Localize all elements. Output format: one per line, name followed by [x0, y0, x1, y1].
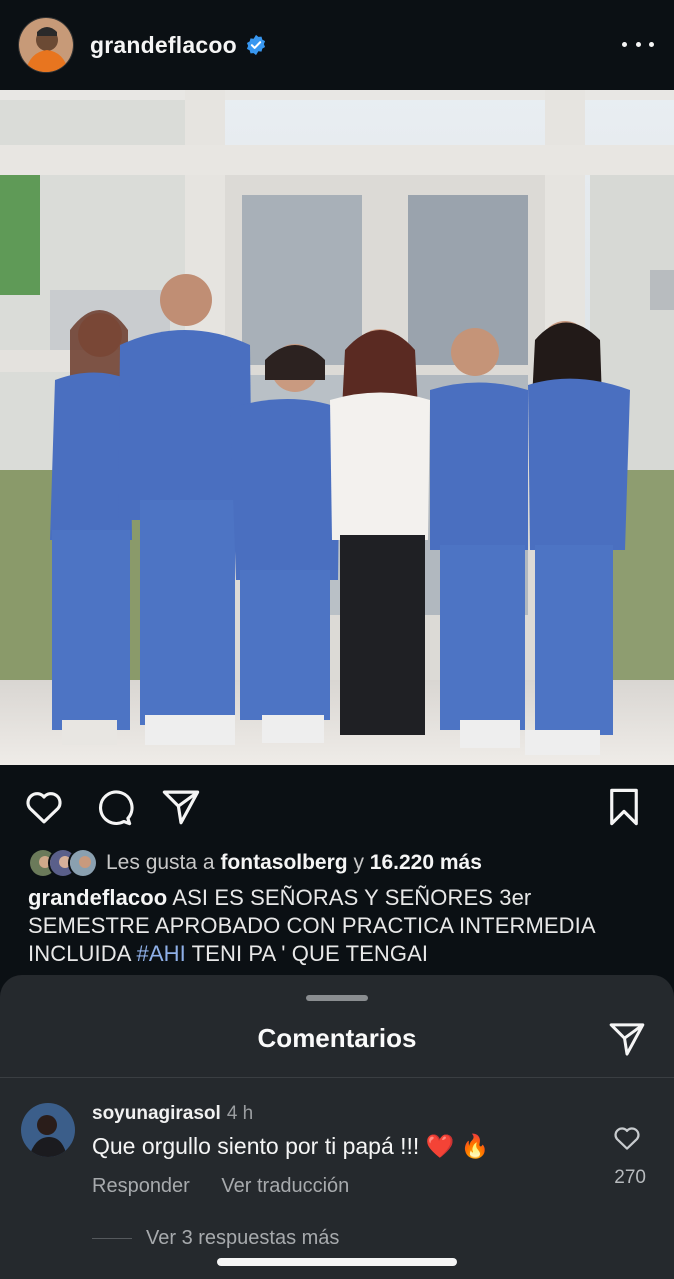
bookmark-icon[interactable] [603, 786, 645, 828]
author-avatar[interactable] [18, 17, 74, 73]
comments-sheet: Comentarios soyunagirasol 4 h Que orgullo… [0, 975, 674, 1279]
post-caption: grandeflacoo ASI ES SEÑORAS Y SEÑORES 3e… [28, 884, 648, 968]
liker-username[interactable]: fontasolberg [220, 851, 347, 875]
post-photo[interactable] [0, 90, 674, 765]
share-icon[interactable] [606, 1019, 648, 1059]
caption-hashtag[interactable]: #AHI [137, 941, 186, 966]
view-more-replies-label: Ver 3 respuestas más [146, 1227, 340, 1249]
comment-like-count: 270 [614, 1167, 646, 1188]
translate-button[interactable]: Ver traducción [221, 1175, 349, 1197]
reply-button[interactable]: Responder [92, 1175, 190, 1197]
commenter-username[interactable]: soyunagirasol [92, 1103, 221, 1124]
caption-username[interactable]: grandeflacoo [28, 885, 167, 910]
liker-avatars [28, 848, 98, 878]
likes-prefix: Les gusta a [106, 851, 215, 874]
sheet-divider [0, 1077, 674, 1078]
post-actions [0, 780, 674, 832]
home-indicator [217, 1258, 457, 1266]
liker-avatar [68, 848, 98, 878]
likes-connector: y [353, 851, 364, 874]
commenter-avatar[interactable] [21, 1103, 75, 1157]
share-icon[interactable] [160, 786, 202, 828]
comment-time: 4 h [226, 1103, 254, 1124]
post-header: grandeflacoo [0, 0, 674, 90]
comments-title: Comentarios [257, 1023, 417, 1053]
likes-count[interactable]: 16.220 más [370, 851, 482, 875]
heart-icon[interactable] [23, 786, 65, 828]
comment-icon[interactable] [92, 786, 134, 828]
sheet-grabber[interactable] [306, 995, 368, 1001]
more-options-icon[interactable] [622, 30, 654, 58]
verified-badge-icon [246, 34, 265, 56]
caption-text-end: TENI PA ' QUE TENGAI [191, 941, 429, 966]
comment-like-icon[interactable] [610, 1123, 644, 1153]
replies-line [92, 1238, 132, 1239]
comment-text: Que orgullo siento por ti papá !!! ❤️ 🔥 [92, 1133, 490, 1159]
likes-summary[interactable]: Les gusta a fontasolberg y 16.220 más [28, 846, 482, 880]
author-username[interactable]: grandeflacoo [90, 32, 237, 59]
view-more-replies[interactable]: Ver 3 respuestas más [92, 1227, 339, 1250]
